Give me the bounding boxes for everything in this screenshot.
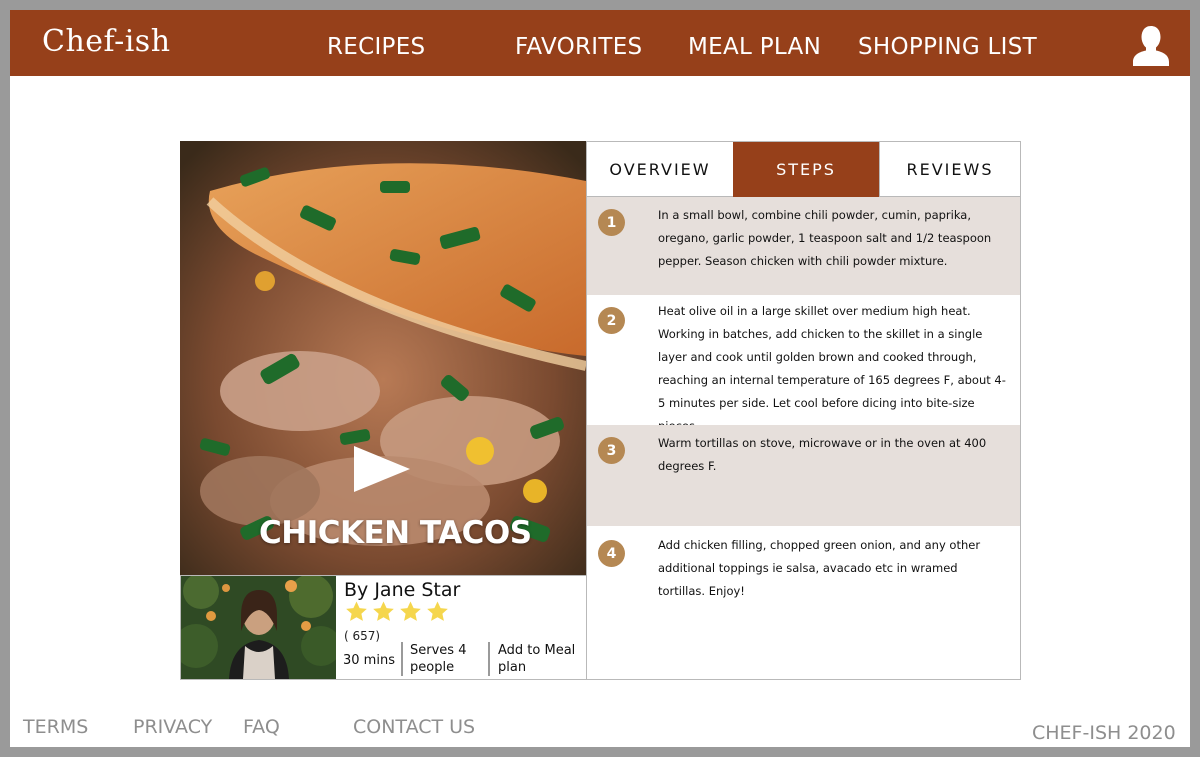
tab-steps[interactable]: STEPS [733,142,879,197]
footer-faq-link[interactable]: FAQ [243,716,280,738]
user-icon[interactable] [1131,24,1171,66]
top-nav-bar: Chef-ish RECIPES FAVORITES MEAL PLAN SHO… [10,10,1190,76]
star-icon [400,601,421,621]
play-icon[interactable] [352,444,412,494]
author-info: By Jane Star ( 657) 30 mins Serves 4 peo… [180,575,587,680]
step-item: 1 In a small bowl, combine chili powder,… [587,197,1020,295]
logo[interactable]: Chef-ish [42,24,171,59]
tab-overview[interactable]: OVERVIEW [587,142,733,197]
rating-count[interactable]: ( 657) [344,629,380,643]
step-text: Add chicken filling, chopped green onion… [658,538,981,598]
nav-meal-plan[interactable]: MEAL PLAN [688,34,821,60]
footer-contact-link[interactable]: CONTACT US [353,716,475,738]
author-avatar [181,576,336,679]
step-item: 3 Warm tortillas on stove, microwave or … [587,425,1020,526]
step-number-badge: 2 [598,307,625,334]
footer-terms-link[interactable]: TERMS [23,716,88,738]
star-icon [427,601,448,621]
nav-favorites[interactable]: FAVORITES [515,34,642,60]
tab-reviews[interactable]: REVIEWS [879,142,1020,197]
tacos-photo [180,141,586,575]
step-text: In a small bowl, combine chili powder, c… [658,208,992,268]
nav-shopping-list[interactable]: SHOPPING LIST [858,34,1037,60]
step-text: Heat olive oil in a large skillet over m… [658,304,1006,433]
step-item: 2 Heat olive oil in a large skillet over… [587,295,1020,433]
star-icon [346,601,367,621]
rating-stars [344,600,450,624]
recipe-video-thumbnail[interactable]: CHICKEN TACOS [180,141,586,575]
step-number-badge: 3 [598,437,625,464]
servings: Serves 4 people [410,643,467,675]
divider [401,642,403,676]
divider [488,642,490,676]
cook-time: 30 mins [343,653,395,668]
step-number-badge: 1 [598,209,625,236]
nav-recipes[interactable]: RECIPES [327,34,425,60]
page-frame: Chef-ish RECIPES FAVORITES MEAL PLAN SHO… [10,10,1190,747]
recipe-title: CHICKEN TACOS [259,515,532,551]
recipe-tabs: OVERVIEW STEPS REVIEWS [587,142,1020,197]
add-to-meal-plan-button[interactable]: Add to Meal plan [498,642,586,676]
star-icon [373,601,394,621]
step-item: 4 Add chicken filling, chopped green oni… [587,526,1020,679]
footer-privacy-link[interactable]: PRIVACY [133,716,212,738]
recipe-details-panel: OVERVIEW STEPS REVIEWS 1 In a small bowl… [586,141,1021,680]
step-number-badge: 4 [598,540,625,567]
copyright: CHEF-ISH 2020 [1032,722,1176,744]
step-text: Warm tortillas on stove, microwave or in… [658,436,987,473]
author-name[interactable]: By Jane Star [344,579,460,601]
